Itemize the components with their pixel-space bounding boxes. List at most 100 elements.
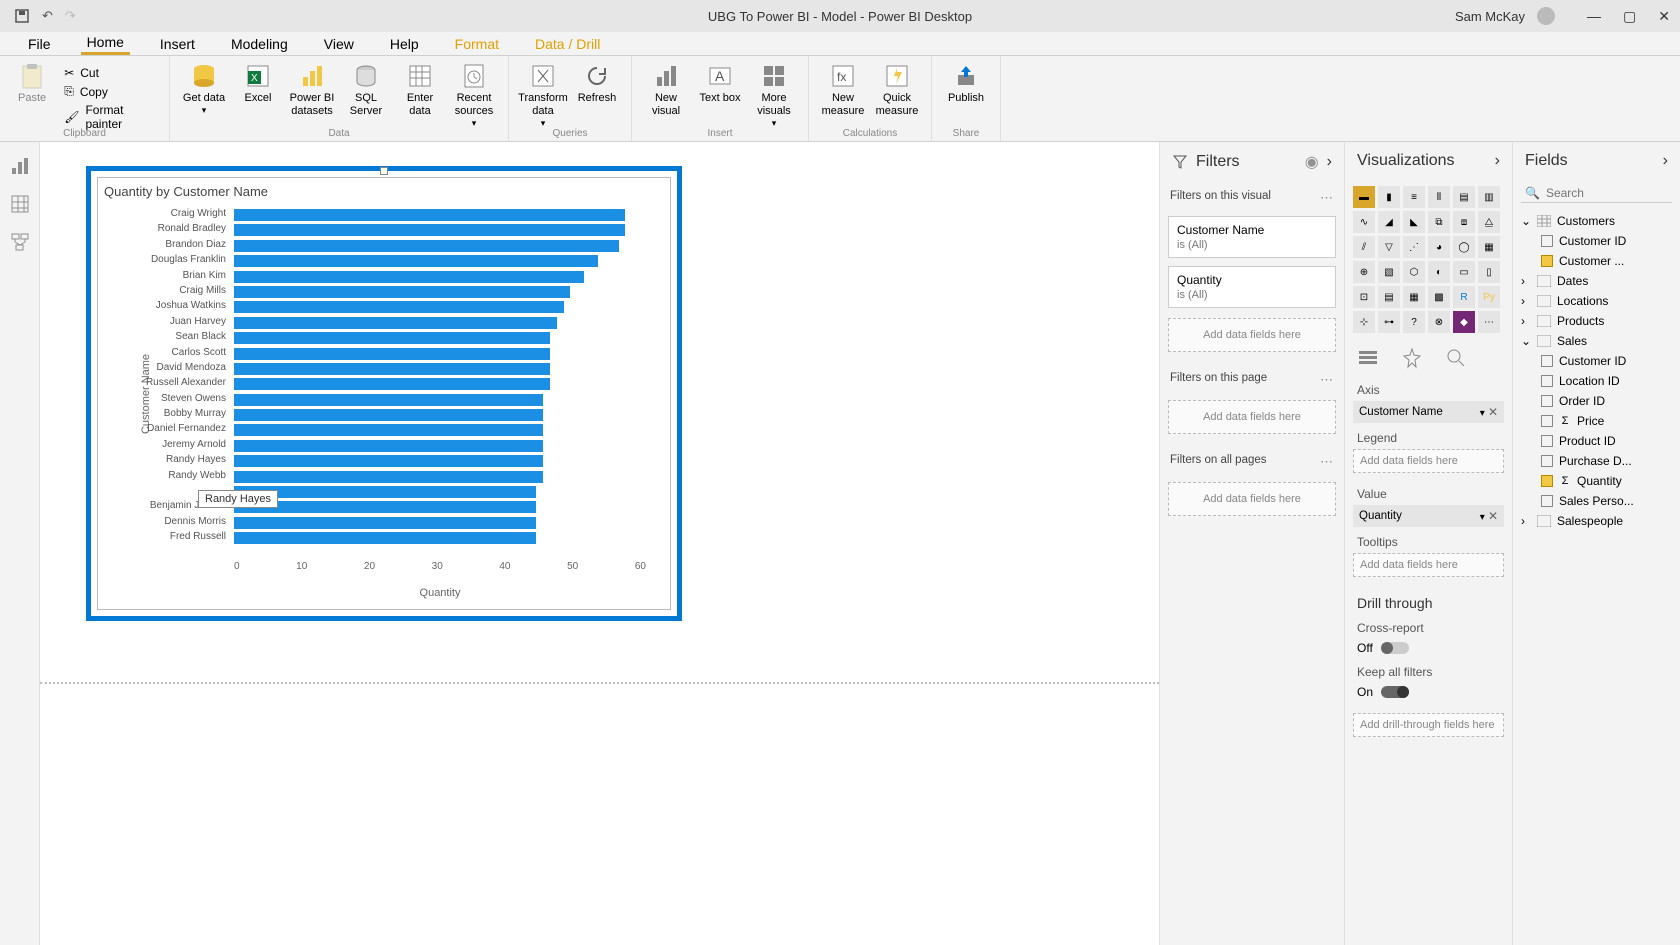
value-field[interactable]: Quantity▾ ✕ xyxy=(1353,505,1504,527)
format-tab-icon[interactable] xyxy=(1401,347,1423,369)
field-quantity[interactable]: ΣQuantity xyxy=(1513,471,1680,491)
table-dates[interactable]: ›Dates xyxy=(1513,271,1680,291)
viz-stacked-bar[interactable]: ▬ xyxy=(1353,186,1375,208)
bar[interactable] xyxy=(234,317,557,329)
undo-icon[interactable]: ↶ xyxy=(42,8,53,24)
field-sales-perso[interactable]: Sales Perso... xyxy=(1513,491,1680,511)
bar[interactable] xyxy=(234,271,584,283)
bar[interactable] xyxy=(234,348,550,360)
close-icon[interactable]: ✕ xyxy=(1658,8,1670,25)
table-products[interactable]: ›Products xyxy=(1513,311,1680,331)
menu-home[interactable]: Home xyxy=(81,32,130,55)
field-order-id[interactable]: Order ID xyxy=(1513,391,1680,411)
bar[interactable] xyxy=(234,501,536,513)
collapse-icon[interactable]: › xyxy=(1663,152,1668,170)
menu-format[interactable]: Format xyxy=(449,34,505,54)
viz-py[interactable]: Py xyxy=(1478,286,1500,308)
legend-drop[interactable]: Add data fields here xyxy=(1353,449,1504,473)
new-visual-button[interactable]: New visual xyxy=(642,60,690,118)
canvas[interactable]: Quantity by Customer Name Customer Name … xyxy=(40,142,1159,945)
viz-matrix[interactable]: ▩ xyxy=(1428,286,1450,308)
recent-sources-button[interactable]: Recent sources▾ xyxy=(450,60,498,129)
collapse-icon[interactable]: › xyxy=(1495,152,1500,170)
viz-ribbon[interactable]: ⧋ xyxy=(1478,211,1500,233)
viz-multi-card[interactable]: ▯ xyxy=(1478,261,1500,283)
more-icon[interactable]: ⋯ xyxy=(1320,454,1334,470)
cross-report-toggle[interactable] xyxy=(1381,642,1409,654)
viz-more[interactable]: ⋯ xyxy=(1478,311,1500,333)
quick-measure-button[interactable]: Quick measure xyxy=(873,60,921,118)
bar[interactable] xyxy=(234,209,625,221)
bar[interactable] xyxy=(234,394,543,406)
axis-field[interactable]: Customer Name▾ ✕ xyxy=(1353,401,1504,423)
bar[interactable] xyxy=(234,332,550,344)
remove-icon[interactable]: ✕ xyxy=(1488,405,1498,419)
viz-kpi[interactable]: ⊡ xyxy=(1353,286,1375,308)
refresh-button[interactable]: Refresh xyxy=(573,60,621,105)
drop-all[interactable]: Add data fields here xyxy=(1168,482,1336,516)
cut-button[interactable]: ✂Cut xyxy=(60,65,159,81)
pbi-datasets-button[interactable]: Power BI datasets xyxy=(288,60,336,118)
transform-button[interactable]: Transform data▾ xyxy=(519,60,567,129)
collapse-icon[interactable]: › xyxy=(1327,153,1332,171)
save-icon[interactable] xyxy=(14,8,30,24)
viz-decomp[interactable]: ⊶ xyxy=(1378,311,1400,333)
text-box-button[interactable]: AText box xyxy=(696,60,744,105)
menu-view[interactable]: View xyxy=(318,34,360,54)
tooltips-drop[interactable]: Add data fields here xyxy=(1353,553,1504,577)
new-measure-button[interactable]: fxNew measure xyxy=(819,60,867,118)
resize-handle[interactable] xyxy=(380,167,388,175)
viz-shape-map[interactable]: ⬡ xyxy=(1403,261,1425,283)
minimize-icon[interactable]: — xyxy=(1587,8,1601,25)
bar[interactable] xyxy=(234,424,543,436)
bar[interactable] xyxy=(234,517,536,529)
menu-modeling[interactable]: Modeling xyxy=(225,34,294,54)
drop-visual[interactable]: Add data fields here xyxy=(1168,318,1336,352)
viz-pie[interactable]: ◕ xyxy=(1428,236,1450,258)
viz-table[interactable]: ▦ xyxy=(1403,286,1425,308)
bar[interactable] xyxy=(234,532,536,544)
viz-arcgis[interactable]: ⊗ xyxy=(1428,311,1450,333)
bar[interactable] xyxy=(234,486,536,498)
viz-waterfall[interactable]: ⫽ xyxy=(1353,236,1375,258)
bar[interactable] xyxy=(234,255,598,267)
viz-clustered-bar[interactable]: ≡ xyxy=(1403,186,1425,208)
copy-button[interactable]: ⎘Copy xyxy=(60,83,159,100)
avatar[interactable] xyxy=(1537,7,1555,25)
bar[interactable] xyxy=(234,471,543,483)
bar[interactable] xyxy=(234,363,550,375)
data-view-icon[interactable] xyxy=(10,194,30,214)
more-visuals-button[interactable]: More visuals▾ xyxy=(750,60,798,129)
viz-stacked-col[interactable]: ▮ xyxy=(1378,186,1400,208)
model-view-icon[interactable] xyxy=(10,232,30,252)
field-price[interactable]: ΣPrice xyxy=(1513,411,1680,431)
menu-insert[interactable]: Insert xyxy=(154,34,201,54)
excel-button[interactable]: XExcel xyxy=(234,60,282,105)
field-customer-name[interactable]: Customer ... xyxy=(1513,251,1680,271)
drop-page[interactable]: Add data fields here xyxy=(1168,400,1336,434)
viz-powerapps[interactable]: ◆ xyxy=(1453,311,1475,333)
viz-donut[interactable]: ◯ xyxy=(1453,236,1475,258)
viz-100-bar[interactable]: ▤ xyxy=(1453,186,1475,208)
analytics-tab-icon[interactable] xyxy=(1445,347,1467,369)
bar[interactable] xyxy=(234,440,543,452)
bar[interactable] xyxy=(234,286,570,298)
filter-card-customer[interactable]: Customer Name is (All) xyxy=(1168,216,1336,258)
viz-line[interactable]: ∿ xyxy=(1353,211,1375,233)
menu-file[interactable]: File xyxy=(22,34,57,54)
field-purchase-d[interactable]: Purchase D... xyxy=(1513,451,1680,471)
maximize-icon[interactable]: ▢ xyxy=(1623,8,1636,25)
viz-slicer[interactable]: ▤ xyxy=(1378,286,1400,308)
menu-help[interactable]: Help xyxy=(384,34,425,54)
bar[interactable] xyxy=(234,301,564,313)
more-icon[interactable]: ⋯ xyxy=(1320,372,1334,388)
remove-icon[interactable]: ✕ xyxy=(1488,509,1498,523)
viz-key-influ[interactable]: ⊹ xyxy=(1353,311,1375,333)
paste-button[interactable]: Paste xyxy=(10,60,54,137)
user-name[interactable]: Sam McKay xyxy=(1455,9,1525,24)
field-s-customer-id[interactable]: Customer ID xyxy=(1513,351,1680,371)
table-customers[interactable]: ⌄Customers xyxy=(1513,211,1680,231)
viz-combo2[interactable]: ⧈ xyxy=(1453,211,1475,233)
enter-data-button[interactable]: Enter data xyxy=(396,60,444,118)
keep-filters-toggle[interactable] xyxy=(1381,686,1409,698)
